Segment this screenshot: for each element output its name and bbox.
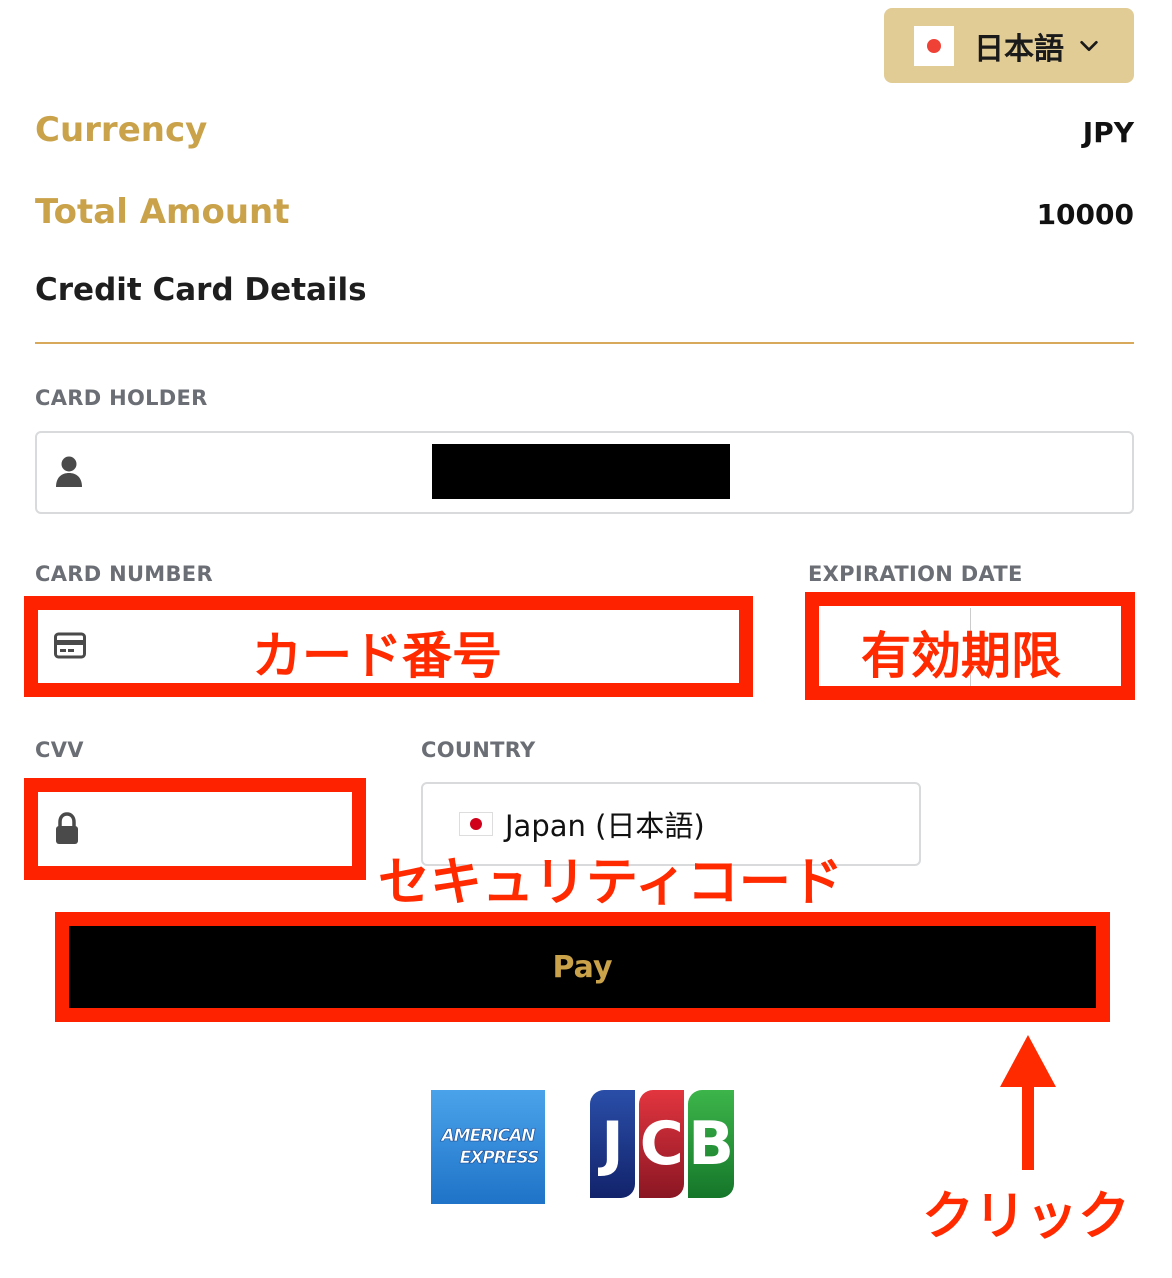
jcb-logo-j: J bbox=[590, 1090, 636, 1198]
cvv-label: CVV bbox=[35, 738, 84, 762]
amex-logo-line2: EXPRESS bbox=[459, 1148, 539, 1169]
expiration-date-annotation: 有効期限 bbox=[861, 627, 1061, 685]
jcb-logo: J C B bbox=[590, 1090, 735, 1198]
country-label: COUNTRY bbox=[421, 738, 536, 762]
click-annotation: クリック bbox=[922, 1187, 1131, 1247]
credit-card-icon bbox=[54, 632, 86, 659]
pay-button-label: Pay bbox=[552, 949, 613, 985]
pay-button[interactable]: Pay bbox=[55, 912, 1110, 1022]
expiration-date-input[interactable]: 有効期限 bbox=[805, 592, 1135, 700]
language-selector[interactable]: 日本語 bbox=[884, 8, 1134, 83]
flag-japan-icon bbox=[459, 812, 493, 836]
jcb-logo-b: B bbox=[688, 1090, 735, 1198]
card-holder-label: CARD HOLDER bbox=[35, 386, 208, 410]
card-number-input[interactable]: カード番号 bbox=[24, 596, 753, 697]
security-code-annotation: セキュリティコード bbox=[378, 853, 843, 913]
total-amount-value: 10000 bbox=[1036, 198, 1134, 231]
redacted-card-holder-name bbox=[432, 444, 730, 499]
currency-label: Currency bbox=[35, 110, 208, 150]
expiration-date-label: EXPIRATION DATE bbox=[808, 562, 1023, 586]
arrow-up-icon bbox=[1000, 1035, 1056, 1170]
user-icon bbox=[56, 456, 82, 487]
flag-japan-icon bbox=[914, 25, 954, 66]
card-number-label: CARD NUMBER bbox=[35, 562, 213, 586]
amex-logo-line1: AMERICAN bbox=[441, 1126, 536, 1147]
card-number-annotation: カード番号 bbox=[252, 627, 502, 685]
country-value: Japan (日本語) bbox=[505, 809, 705, 843]
chevron-down-icon bbox=[1080, 40, 1098, 51]
section-title: Credit Card Details bbox=[35, 272, 367, 308]
cvv-input[interactable] bbox=[24, 778, 366, 880]
jcb-logo-c: C bbox=[639, 1090, 685, 1198]
divider bbox=[35, 342, 1134, 344]
amex-logo: AMERICAN EXPRESS bbox=[431, 1090, 545, 1204]
total-amount-label: Total Amount bbox=[35, 192, 290, 232]
lock-icon bbox=[56, 812, 78, 844]
currency-value: JPY bbox=[1082, 116, 1134, 149]
language-label: 日本語 bbox=[974, 31, 1064, 67]
